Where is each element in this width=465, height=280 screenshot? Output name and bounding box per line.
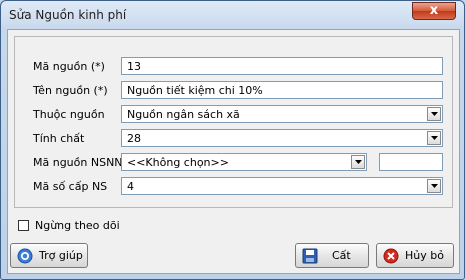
dialog-window: Sửa Nguồn kinh phí x Mã nguồn (*) 13 Tên…	[0, 0, 465, 280]
ma-nguon-input[interactable]: 13	[121, 57, 443, 75]
window-title: Sửa Nguồn kinh phí	[9, 8, 127, 22]
title-bar[interactable]: Sửa Nguồn kinh phí x	[1, 1, 464, 28]
close-button[interactable]: x	[412, 2, 456, 20]
dialog-body: Mã nguồn (*) 13 Tên nguồn (*) Nguồn tiết…	[7, 29, 460, 274]
ma-so-cap-ns-value: 4	[127, 180, 134, 193]
help-button-label: Trợ giúp	[39, 249, 83, 262]
thuoc-nguon-combo[interactable]: Nguồn ngân sách xã	[121, 105, 443, 123]
chevron-down-icon[interactable]	[427, 179, 441, 193]
chevron-down-icon[interactable]	[427, 131, 441, 145]
ma-nguon-nsnn-combo[interactable]: <<Không chọn>>	[121, 153, 367, 171]
ten-nguon-value: Nguồn tiết kiệm chi 10%	[127, 84, 263, 97]
cancel-button-label: Hủy bỏ	[405, 249, 444, 262]
tinh-chat-value: 28	[127, 132, 141, 145]
cancel-button[interactable]: Hủy bỏ	[376, 243, 454, 268]
ten-nguon-input[interactable]: Nguồn tiết kiệm chi 10%	[121, 81, 443, 99]
ngung-theo-doi-checkbox[interactable]	[18, 220, 29, 231]
ten-nguon-label: Tên nguồn (*)	[33, 84, 108, 97]
thuoc-nguon-value: Nguồn ngân sách xã	[127, 108, 240, 121]
ma-so-cap-ns-combo[interactable]: 4	[121, 177, 443, 195]
ngung-theo-doi-label: Ngừng theo dõi	[35, 219, 120, 232]
ma-nguon-label: Mã nguồn (*)	[33, 60, 105, 73]
help-icon	[17, 248, 33, 264]
thuoc-nguon-label: Thuộc nguồn	[33, 108, 105, 121]
chevron-down-icon[interactable]	[427, 107, 441, 121]
close-icon: x	[429, 3, 439, 18]
ma-nguon-value: 13	[127, 60, 141, 73]
ma-so-cap-ns-label: Mã số cấp NS	[33, 180, 108, 193]
cancel-icon	[383, 248, 399, 264]
chevron-down-icon[interactable]	[351, 155, 365, 169]
help-button[interactable]: Trợ giúp	[10, 243, 88, 268]
save-button-label: Cất	[332, 249, 351, 262]
save-button[interactable]: Cất	[295, 243, 369, 268]
tinh-chat-label: Tính chất	[33, 132, 85, 145]
ma-nguon-nsnn-value: <<Không chọn>>	[127, 156, 229, 169]
ma-nguon-nsnn-extra-input[interactable]	[379, 153, 443, 171]
ma-nguon-nsnn-label: Mã nguồn NSNN	[33, 156, 123, 169]
tinh-chat-combo[interactable]: 28	[121, 129, 443, 147]
floppy-disk-icon	[302, 248, 318, 264]
